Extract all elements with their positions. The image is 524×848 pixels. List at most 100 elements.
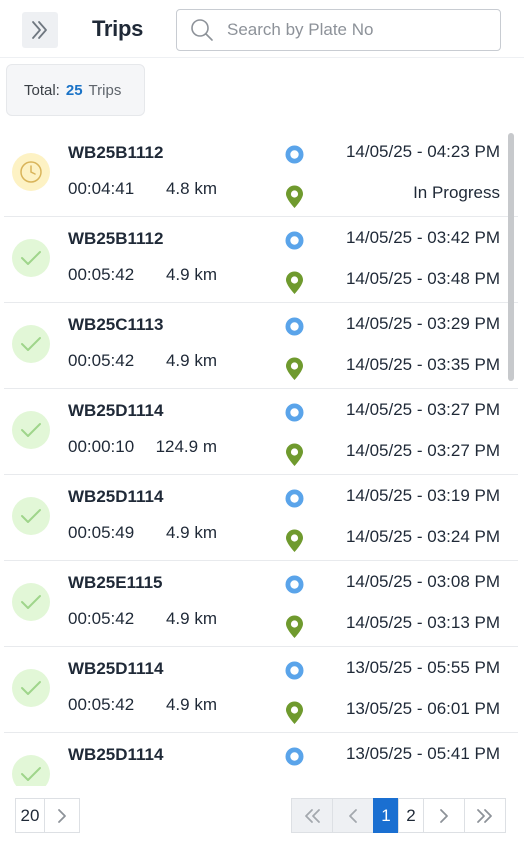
trip-distance: 4.9 km	[165, 609, 217, 628]
trip-start-time: 13/05/25 - 05:41 PM	[345, 744, 500, 763]
pagination-bar: 20 1 2	[0, 790, 524, 848]
double-chevron-left-icon	[305, 808, 320, 823]
trip-start-time: 14/05/25 - 03:42 PM	[345, 228, 500, 247]
trip-duration: 00:05:49	[68, 523, 135, 542]
last-page-button[interactable]	[464, 798, 506, 833]
trip-status-indicator	[12, 411, 50, 449]
check-icon	[21, 595, 41, 609]
trip-duration: 00:00:10	[68, 437, 135, 456]
expand-sidebar-button[interactable]	[22, 12, 58, 48]
page-title: Trips	[92, 16, 144, 41]
prev-page-button[interactable]	[332, 798, 374, 833]
check-icon	[21, 681, 41, 695]
trip-end-time: 14/05/25 - 03:27 PM	[345, 441, 500, 460]
trip-status-indicator	[12, 497, 50, 535]
page-1-button[interactable]: 1	[373, 798, 399, 833]
page-size-value[interactable]: 20	[15, 798, 45, 833]
check-icon	[21, 509, 41, 523]
double-chevron-right-icon	[32, 21, 47, 39]
plate-number: WB25D1114	[68, 745, 164, 764]
start-location-dot-icon	[285, 145, 304, 164]
total-count: 25	[65, 81, 83, 99]
pager: 1 2	[291, 798, 506, 833]
trip-row[interactable]: WB25E1115 00:05:42 4.9 km 14/05/25 - 03:…	[4, 561, 518, 647]
clock-icon	[20, 161, 42, 183]
trip-duration: 00:05:42	[68, 265, 135, 284]
next-page-button[interactable]	[423, 798, 465, 833]
trip-start-time: 14/05/25 - 03:19 PM	[345, 486, 500, 505]
plate-number: WB25B1112	[68, 229, 164, 248]
plate-number: WB25D1114	[68, 401, 164, 420]
check-icon	[21, 423, 41, 437]
total-label: Total:	[24, 81, 60, 99]
map-pin-icon	[286, 443, 303, 466]
trip-end-time: 13/05/25 - 06:01 PM	[345, 699, 500, 718]
plate-number: WB25E1115	[68, 573, 163, 592]
plate-number: WB25D1114	[68, 487, 164, 506]
search-input[interactable]	[227, 20, 487, 40]
chevron-left-icon	[349, 808, 357, 823]
trip-start-time: 14/05/25 - 03:27 PM	[345, 400, 500, 419]
map-pin-icon	[286, 271, 303, 294]
trip-distance: 4.9 km	[165, 523, 217, 542]
trip-distance: 124.9 m	[155, 437, 217, 456]
trip-end-time: In Progress	[413, 183, 500, 202]
trip-status-indicator	[12, 325, 50, 363]
trip-status-indicator	[12, 755, 50, 786]
trip-status-indicator	[12, 583, 50, 621]
trip-distance: 4.9 km	[165, 695, 217, 714]
trip-duration: 00:04:41	[68, 179, 135, 198]
search-field[interactable]	[176, 9, 501, 51]
trip-distance: 4.9 km	[165, 351, 217, 370]
trip-duration: 00:05:42	[68, 609, 135, 628]
plate-number: WB25C1113	[68, 315, 164, 334]
header-bar: Trips	[0, 0, 524, 58]
trip-status-indicator	[12, 239, 50, 277]
trip-status-indicator	[12, 669, 50, 707]
trip-duration: 00:05:42	[68, 695, 135, 714]
trip-list: WB25B1112 00:04:41 4.8 km 14/05/25 - 04:…	[4, 131, 518, 786]
start-location-dot-icon	[285, 661, 304, 680]
trip-end-time: 14/05/25 - 03:35 PM	[345, 355, 500, 374]
total-trips-badge: Total: 25 Trips	[6, 64, 145, 116]
trip-end-time: 14/05/25 - 03:48 PM	[345, 269, 500, 288]
page-size-next-button[interactable]	[45, 798, 80, 833]
check-icon	[21, 337, 41, 351]
trip-status-indicator	[12, 153, 50, 191]
trip-start-time: 14/05/25 - 03:29 PM	[345, 314, 500, 333]
trip-row[interactable]: WB25D1114 00:05:42 4.9 km 13/05/25 - 05:…	[4, 647, 518, 733]
trip-distance: 4.8 km	[165, 179, 217, 198]
trip-start-time: 14/05/25 - 04:23 PM	[345, 142, 500, 161]
trip-distance: 4.9 km	[165, 265, 217, 284]
plate-number: WB25B1112	[68, 143, 164, 162]
check-icon	[21, 251, 41, 265]
trip-row[interactable]: WB25C1113 00:05:42 4.9 km 14/05/25 - 03:…	[4, 303, 518, 389]
map-pin-icon	[286, 701, 303, 724]
start-location-dot-icon	[285, 489, 304, 508]
trip-row[interactable]: WB25B1112 00:04:41 4.8 km 14/05/25 - 04:…	[4, 131, 518, 217]
trip-end-time: 14/05/25 - 03:24 PM	[345, 527, 500, 546]
map-pin-icon	[286, 615, 303, 638]
check-icon	[21, 767, 41, 781]
trip-row[interactable]: WB25D1114 00:05:49 4.9 km 14/05/25 - 03:…	[4, 475, 518, 561]
trip-duration: 00:05:42	[68, 351, 135, 370]
start-location-dot-icon	[285, 575, 304, 594]
page-2-button[interactable]: 2	[398, 798, 424, 833]
trip-end-time: 14/05/25 - 03:13 PM	[345, 613, 500, 632]
chevron-right-icon	[58, 808, 66, 823]
trip-start-time: 13/05/25 - 05:55 PM	[345, 658, 500, 677]
start-location-dot-icon	[285, 747, 304, 766]
start-location-dot-icon	[285, 317, 304, 336]
plate-number: WB25D1114	[68, 659, 164, 678]
total-unit: Trips	[88, 81, 122, 99]
start-location-dot-icon	[285, 403, 304, 422]
list-scrollbar[interactable]	[508, 133, 514, 381]
search-icon	[177, 18, 227, 42]
map-pin-icon	[286, 357, 303, 380]
trip-row[interactable]: WB25B1112 00:05:42 4.9 km 14/05/25 - 03:…	[4, 217, 518, 303]
first-page-button[interactable]	[291, 798, 333, 833]
double-chevron-right-icon	[477, 808, 492, 823]
chevron-right-icon	[440, 808, 448, 823]
trip-row[interactable]: WB25D1114 00:00:10 124.9 m 14/05/25 - 03…	[4, 389, 518, 475]
trip-row[interactable]: WB25D1114 13/05/25 - 05:41 PM	[4, 733, 518, 786]
